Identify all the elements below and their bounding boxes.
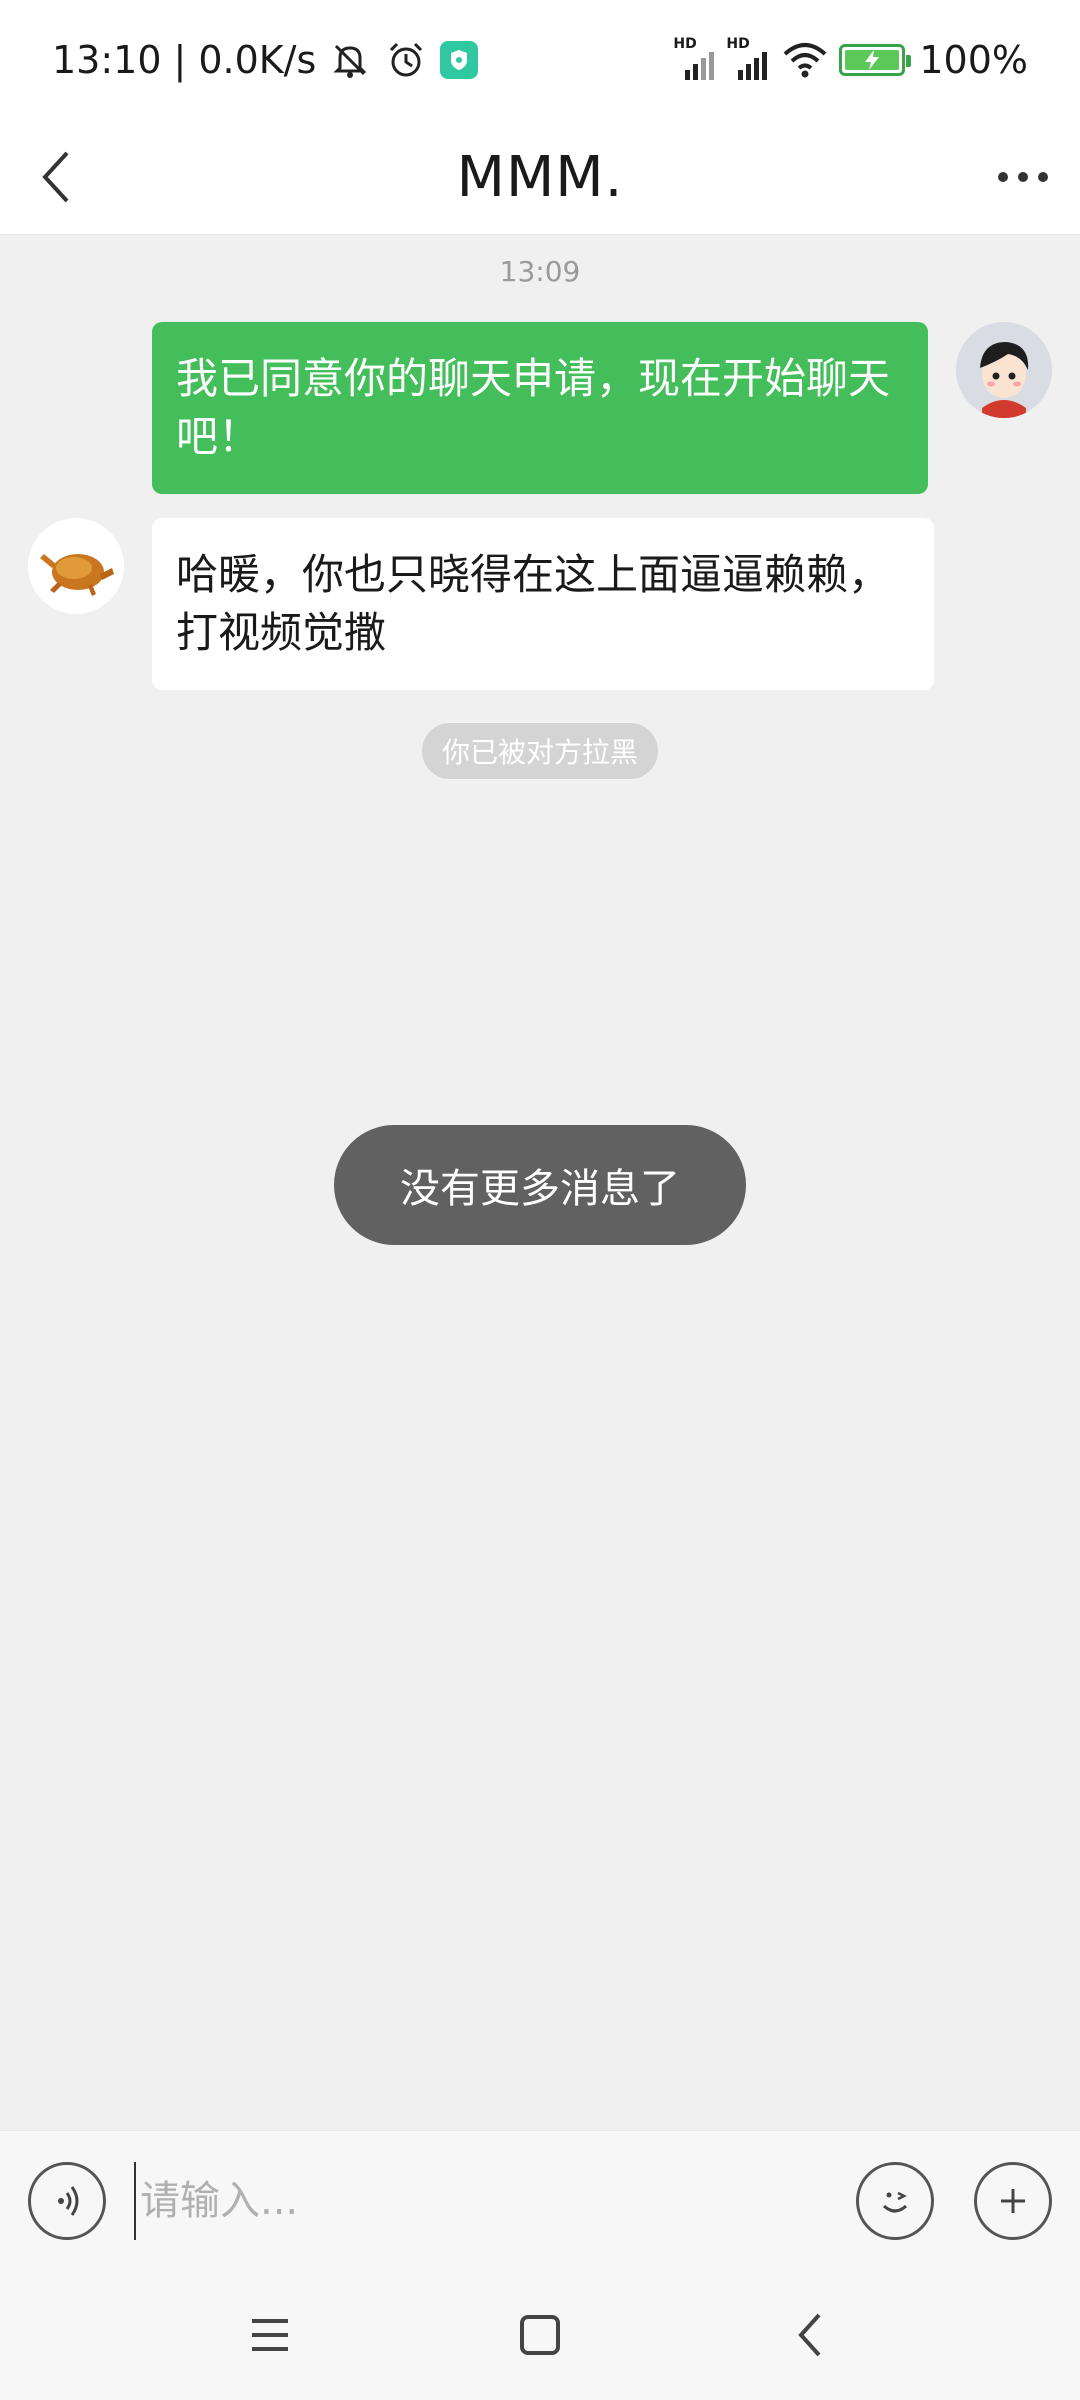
battery-icon [839,44,912,76]
chat-header: MMM. [0,120,1080,235]
chat-area[interactable]: 13:09 我已同意你的聊天申请，现在开始聊天吧！ 哈暖，你也只晓得在这上面逼逼… [0,235,1080,2130]
system-back-button[interactable] [775,2300,845,2370]
message-text: 我已同意你的聊天申请，现在开始聊天吧！ [176,354,891,461]
emoji-icon [882,2191,908,2212]
status-time: 13:10 [52,38,162,82]
signal-hd-label: HD [673,36,697,52]
status-left: 13:10 | 0.0K/s [52,38,479,82]
sent-message-bubble[interactable]: 我已同意你的聊天申请，现在开始聊天吧！ [152,322,928,494]
received-message-bubble[interactable]: 哈暖，你也只晓得在这上面逼逼赖赖，打视频觉撒 [152,518,934,690]
input-bar [0,2130,1080,2270]
message-timestamp: 13:09 [499,255,581,288]
message-text: 哈暖，你也只晓得在这上面逼逼赖赖，打视频觉撒 [176,550,891,657]
signal-icon: HD [726,36,768,80]
plus-icon [1001,2188,1025,2213]
alarm-icon [384,38,428,82]
status-separator: | [173,38,187,82]
voice-icon [58,2185,79,2216]
chat-title: MMM. [456,144,624,210]
network-speed: 0.0K/s [198,38,317,82]
wifi-icon [781,38,827,82]
cartoon-boy-avatar[interactable] [956,322,1052,418]
blocked-notice: 你已被对方拉黑 [421,723,659,779]
system-nav-bar [0,2270,1080,2400]
shield-badge-icon [440,41,479,79]
recent-apps-button[interactable] [235,2300,305,2370]
signal-hd-label: HD [726,36,750,52]
chat-screen: 13:10 | 0.0K/s HD HD 100% MMM. 13:09 我已同… [0,0,1080,2400]
more-button[interactable] [988,142,1058,212]
home-button[interactable] [505,2300,575,2370]
add-more-button[interactable] [974,2161,1052,2240]
signal-icon: HD [673,36,715,80]
status-bar: 13:10 | 0.0K/s HD HD 100% [0,0,1080,120]
message-input[interactable] [134,2161,828,2240]
mute-icon [328,38,372,82]
back-icon [798,2313,821,2357]
chevron-left-icon [42,151,69,203]
emoji-button[interactable] [856,2161,934,2240]
roast-chicken-avatar[interactable] [28,518,124,614]
home-icon [520,2315,560,2355]
menu-icon [252,2319,288,2351]
back-button[interactable] [22,142,92,212]
voice-button[interactable] [28,2161,106,2240]
no-more-messages-toast: 没有更多消息了 [334,1125,746,1245]
more-dots-icon [998,172,1048,182]
battery-percent: 100% [919,38,1028,82]
status-right: HD HD 100% [673,36,1028,82]
